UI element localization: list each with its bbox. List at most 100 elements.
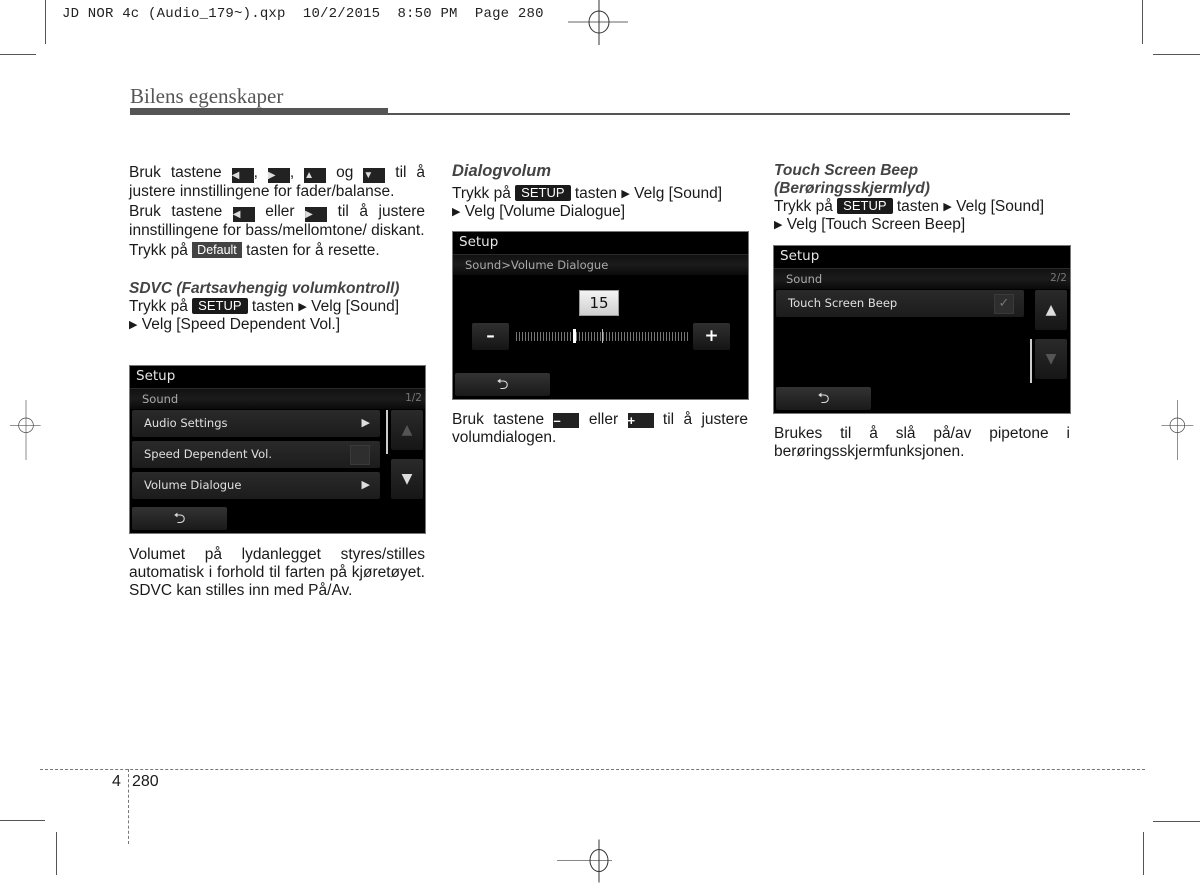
paragraph-bass: Bruk tastene ◀ eller ▶ til å justere inn… [129, 203, 426, 239]
back-icon: ⮌ [496, 375, 509, 393]
crop-mark [1142, 0, 1143, 44]
right-key-icon: ▶ [267, 168, 290, 183]
default-key-icon: Default [192, 242, 242, 258]
menu-item-audio-settings[interactable]: Audio Settings ▶ [132, 410, 380, 437]
volume-value: 15 [579, 290, 619, 316]
up-key-icon: ▲ [304, 168, 327, 183]
crop-mark [56, 832, 57, 875]
registration-mark-top [568, 0, 628, 45]
scroll-up-button[interactable]: ▲ [1035, 290, 1067, 330]
title-rule [388, 113, 1070, 115]
crop-mark [0, 54, 36, 55]
setup-screen-volume-dialogue: Setup Sound>Volume Dialogue 15 – + ⮌ [452, 231, 749, 400]
back-button[interactable]: ⮌ [132, 507, 227, 530]
arrow-right-icon: ▶ [452, 206, 461, 218]
column-3: Touch Screen Beep (Berøringsskjermlyd) T… [774, 162, 1070, 234]
volume-slider[interactable] [516, 329, 688, 343]
arrow-right-icon: ▶ [298, 301, 307, 313]
column-2: Dialogvolum Trykk på SETUP tasten ▶ Velg… [452, 162, 748, 221]
touch-screen-beep-subheading: (Berøringsskjermlyd) [774, 180, 930, 197]
screen-subtitle: Sound [786, 272, 823, 286]
crop-mark [1153, 54, 1200, 55]
checkbox[interactable] [350, 445, 370, 465]
touch-screen-beep-instructions: Trykk på SETUP tasten ▶ Velg [Sound] ▶ V… [774, 198, 1045, 233]
screen-subtitle-bar: Sound>Volume Dialogue [453, 254, 748, 275]
plus-icon: + [704, 326, 719, 346]
touch-screen-beep-description: Brukes til å slå på/av pipetone i berøri… [774, 425, 1070, 460]
setup-screen-sound-2: Setup Sound 2/2 Touch Screen Beep ✓ ▲ ▼ … [773, 245, 1071, 414]
volume-plus-button[interactable]: + [693, 323, 730, 350]
setup-key-icon: SETUP [837, 198, 893, 214]
scroll-down-button[interactable]: ▼ [1035, 339, 1067, 379]
menu-item-touch-screen-beep[interactable]: Touch Screen Beep ✓ [776, 290, 1024, 317]
screen-subtitle-bar: Sound 2/2 [774, 268, 1070, 289]
sdvc-instructions: Trykk på SETUP tasten ▶ Velg [Sound] ▶ V… [129, 298, 400, 333]
setup-screen-sound-1: Setup Sound 1/2 Audio Settings ▶ Speed D… [129, 365, 426, 534]
registration-mark-bottom [557, 839, 612, 883]
screen-title: Setup [780, 248, 820, 264]
scroll-down-button[interactable]: ▼ [391, 459, 423, 499]
volume-slider-thumb[interactable] [572, 329, 576, 343]
footer-divider [128, 769, 129, 844]
arrow-right-icon: ▶ [361, 478, 370, 491]
print-slug: JD NOR 4c (Audio_179~).qxp 10/2/2015 8:5… [62, 6, 544, 22]
setup-key-icon: SETUP [192, 298, 248, 314]
dialogvolum-description: Bruk tastene – eller + til å justere vol… [452, 411, 748, 446]
arrow-right-icon: ▶ [943, 201, 952, 213]
arrow-right-icon: ▶ [129, 319, 138, 331]
screen-subtitle: Sound>Volume Dialogue [465, 258, 609, 272]
screen-title: Setup [136, 368, 176, 384]
paragraph-reset: Trykk på Default tasten for å resette. [129, 242, 380, 259]
page-indicator: 1/2 [405, 392, 422, 404]
back-button[interactable]: ⮌ [776, 387, 871, 410]
registration-mark-left [10, 400, 41, 460]
checkbox-checked[interactable]: ✓ [994, 294, 1014, 314]
volume-minus-button[interactable]: – [472, 323, 509, 350]
dialogvolum-instructions: Trykk på SETUP tasten ▶ Velg [Sound] ▶ V… [452, 185, 723, 220]
screen-subtitle: Sound [142, 392, 179, 406]
scrollbar[interactable] [1030, 339, 1032, 383]
paragraph-fader: Bruk tastene ◀, ▶, ▲ og ▼ til å justere … [129, 164, 426, 200]
footer-rule [40, 769, 1145, 770]
arrow-right-icon: ▶ [774, 219, 783, 231]
dialogvolum-heading: Dialogvolum [452, 162, 552, 180]
volume-slider-center-mark [602, 329, 603, 343]
minus-key-icon: – [553, 413, 580, 428]
down-icon: ▼ [1045, 351, 1057, 367]
column-1: Bruk tastene ◀, ▶, ▲ og ▼ til å justere … [129, 164, 425, 334]
left-key-icon: ◀ [231, 168, 254, 183]
back-icon: ⮌ [817, 389, 830, 407]
chapter-number: 4 [112, 773, 121, 790]
back-button[interactable]: ⮌ [455, 373, 550, 396]
check-icon: ✓ [998, 296, 1010, 311]
sdvc-heading: SDVC (Fartsavhengig volumkontroll) [129, 280, 400, 297]
plus-key-icon: + [627, 413, 654, 428]
up-icon: ▲ [1045, 302, 1057, 318]
menu-item-volume-dialogue[interactable]: Volume Dialogue ▶ [132, 472, 380, 499]
scroll-up-button[interactable]: ▲ [391, 410, 423, 450]
scrollbar[interactable] [386, 410, 388, 454]
setup-key-icon: SETUP [515, 185, 571, 201]
screen-subtitle-bar: Sound 1/2 [130, 388, 425, 409]
minus-icon: – [486, 326, 495, 346]
right-key-icon: ▶ [305, 207, 328, 222]
down-icon: ▼ [401, 471, 413, 487]
page-indicator: 2/2 [1050, 272, 1067, 284]
title-rule [130, 108, 388, 115]
down-key-icon: ▼ [363, 168, 386, 183]
page-number: 280 [132, 773, 159, 790]
arrow-right-icon: ▶ [361, 416, 370, 429]
left-key-icon: ◀ [232, 207, 255, 222]
crop-mark [0, 820, 45, 821]
crop-mark [1143, 832, 1144, 875]
section-title: Bilens egenskaper [130, 84, 284, 108]
screen-title: Setup [459, 234, 499, 250]
menu-item-speed-dependent-vol[interactable]: Speed Dependent Vol. [132, 441, 380, 468]
registration-mark-right [1161, 400, 1194, 460]
up-icon: ▲ [401, 422, 413, 438]
sdvc-description: Volumet på lydanlegget styres/stilles au… [129, 546, 425, 599]
arrow-right-icon: ▶ [621, 188, 630, 200]
crop-mark [1153, 821, 1200, 822]
crop-mark [45, 0, 46, 44]
touch-screen-beep-heading: Touch Screen Beep [774, 162, 919, 179]
